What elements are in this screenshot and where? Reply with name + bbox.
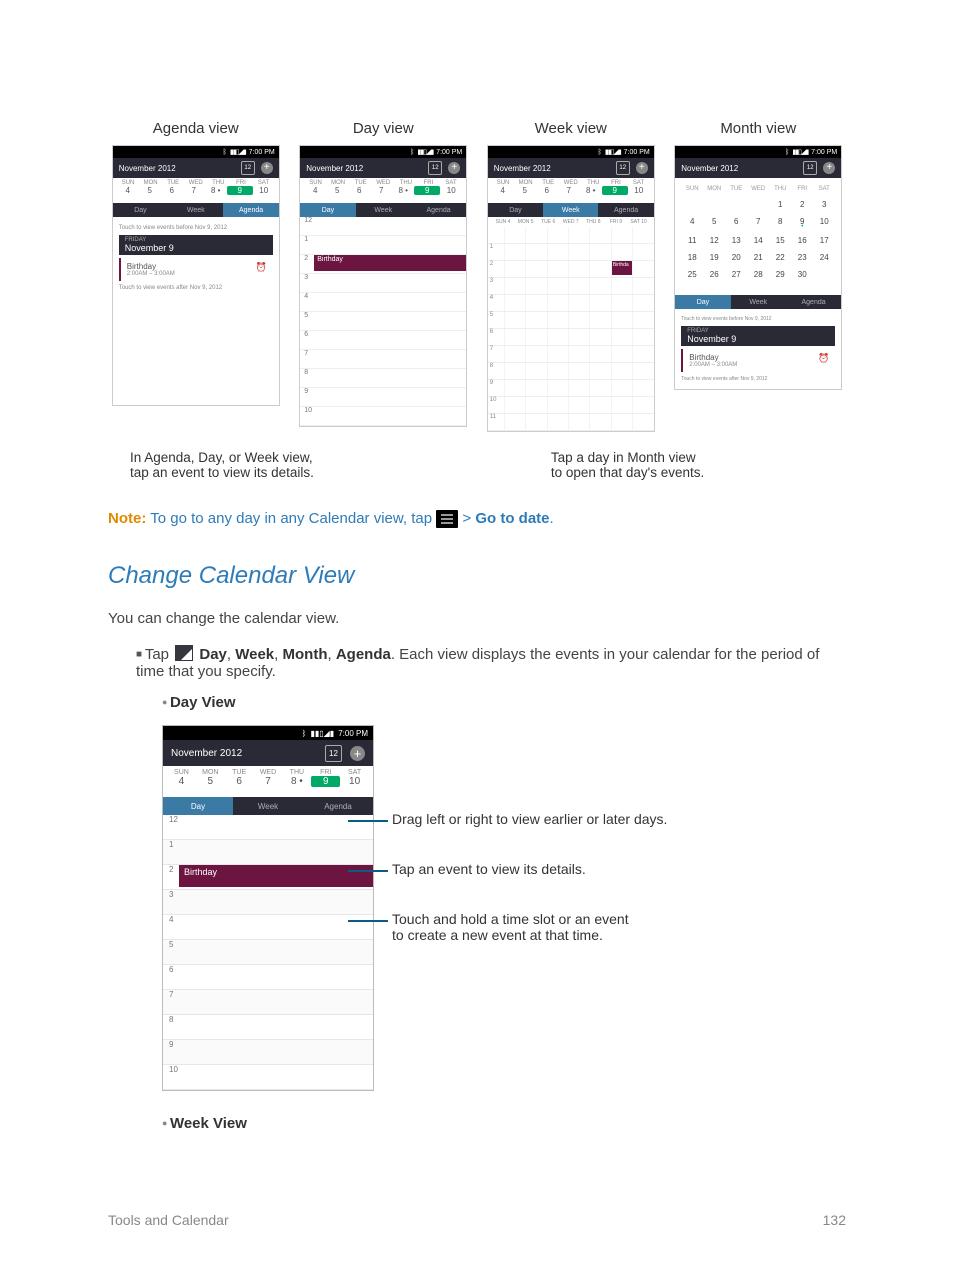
week-view-title: Week view <box>535 120 607 137</box>
note-go-to-date: Go to date <box>475 510 549 527</box>
caption-left-l2: tap an event to view its details. <box>130 465 314 480</box>
captions-row: In Agenda, Day, or Week view, tap an eve… <box>108 450 846 480</box>
bullet-tap-view: Tap Day, Week, Month, Agenda. Each view … <box>136 645 846 680</box>
tab-day: Day <box>675 295 730 309</box>
tab-agenda: Agenda <box>598 203 653 217</box>
footer-page-num: 132 <box>823 1212 846 1228</box>
tab-week: Week <box>168 203 223 217</box>
day-view-col: Day view ᛒ▮▮▯◢▮7:00 PM November 2012 12 … <box>296 120 472 432</box>
touch-before: Touch to view events before Nov 9, 2012 <box>119 225 273 231</box>
bt-icon: ᛒ <box>410 149 414 156</box>
agenda-view-title: Agenda view <box>153 120 239 137</box>
note-line: Note: To go to any day in any Calendar v… <box>108 510 846 528</box>
week-grid: SUN 4MON 5TUE 6WED 7THU 8FRI 9SAT 10 12B… <box>488 217 654 431</box>
week-phone-mock: ᛒ▮▮▯◢▮7:00 PM November 2012 12 + SUNMONT… <box>487 145 655 432</box>
note-gt: > <box>462 510 471 527</box>
signal-icon: ▮▮▯◢▮ <box>310 729 334 738</box>
today-icon: 12 <box>325 745 342 762</box>
callout-drag: Drag left or right to view earlier or la… <box>392 811 667 827</box>
tab-week: Week <box>543 203 598 217</box>
note-label: Note: <box>108 510 146 527</box>
status-time: 7:00 PM <box>249 149 275 156</box>
add-event-icon: + <box>350 746 365 761</box>
agenda-view-col: Agenda view ᛒ▮▮▯◢▮7:00 PM November 2012 … <box>108 120 284 432</box>
section-heading: Change Calendar View <box>108 562 846 590</box>
dates-row: 45678 •910 <box>113 186 279 199</box>
week-view-col: Week view ᛒ▮▮▯◢▮7:00 PM November 2012 12… <box>483 120 659 432</box>
touch-after: Touch to view events after Nov 9, 2012 <box>119 285 273 291</box>
signal-icon: ▮▮▯◢▮ <box>230 148 246 156</box>
dropdown-icon <box>175 645 193 661</box>
day-labels-row: SUNMONTUEWEDTHUFRISAT <box>113 178 279 186</box>
signal-icon: ▮▮▯◢▮ <box>605 148 621 156</box>
note-text-a: To go to any day in any Calendar view, t… <box>150 510 432 527</box>
sub-week-view: Week View <box>162 1115 846 1132</box>
today-icon: 12 <box>428 161 442 175</box>
tab-week: Week <box>731 295 786 309</box>
callouts: Drag left or right to view earlier or la… <box>374 725 667 977</box>
tab-day: Day <box>113 203 168 217</box>
tab-day: Day <box>163 797 233 815</box>
tab-agenda: Agenda <box>223 203 278 217</box>
agenda-phone-mock: ᛒ▮▮▯◢▮7:00 PM November 2012 12 + SUNMONT… <box>112 145 280 406</box>
day-time-grid: 1212Birthday345678910 <box>300 217 466 426</box>
today-icon: 12 <box>616 161 630 175</box>
tab-agenda: Agenda <box>411 203 466 217</box>
day-view-large-mock: ᛒ▮▮▯◢▮7:00 PM November 2012 12 + SUNMONT… <box>162 725 374 1091</box>
month-phone-mock: ᛒ▮▮▯◢▮7:00 PM November 2012 12 + SUNMONT… <box>674 145 842 390</box>
today-icon: 12 <box>803 161 817 175</box>
day-view-detail: ᛒ▮▮▯◢▮7:00 PM November 2012 12 + SUNMONT… <box>162 725 846 1091</box>
caption-right-l1: Tap a day in Month view <box>551 450 696 465</box>
page-footer: Tools and Calendar 132 <box>108 1212 846 1228</box>
month-view-title: Month view <box>720 120 796 137</box>
add-event-icon: + <box>636 162 648 174</box>
add-event-icon: + <box>448 162 460 174</box>
intro-paragraph: You can change the calendar view. <box>108 610 846 627</box>
agenda-date-header: FRIDAY November 9 <box>119 235 273 255</box>
tab-agenda: Agenda <box>303 797 373 815</box>
callout-tap-event: Tap an event to view its details. <box>392 861 667 877</box>
menu-icon <box>436 510 458 528</box>
tab-day: Day <box>488 203 543 217</box>
add-event-icon: + <box>823 162 835 174</box>
view-tabs: Day Week Agenda <box>113 203 279 217</box>
caption-right-l2: to open that day's events. <box>551 465 704 480</box>
day-large-time-grid: 1212Birthday345678910 <box>163 815 373 1090</box>
add-event-icon: + <box>261 162 273 174</box>
today-icon: 12 <box>241 161 255 175</box>
day-view-title: Day view <box>353 120 414 137</box>
day-phone-mock: ᛒ▮▮▯◢▮7:00 PM November 2012 12 + SUNMONT… <box>299 145 467 427</box>
caption-left-l1: In Agenda, Day, or Week view, <box>130 450 313 465</box>
tab-agenda: Agenda <box>786 295 841 309</box>
tab-week: Week <box>356 203 411 217</box>
agenda-event-row: Birthday 2:00AM – 3:00AM ⏰ <box>119 258 273 281</box>
bt-icon: ᛒ <box>223 149 227 156</box>
tab-day: Day <box>300 203 355 217</box>
calendar-views-row: Agenda view ᛒ▮▮▯◢▮7:00 PM November 2012 … <box>108 120 846 432</box>
tab-week: Week <box>233 797 303 815</box>
appbar-title: November 2012 <box>119 164 176 173</box>
month-view-col: Month view ᛒ▮▮▯◢▮7:00 PM November 2012 1… <box>671 120 847 432</box>
month-agenda-date-header: FRIDAY November 9 <box>681 326 835 346</box>
sub-day-view: Day View <box>162 694 846 711</box>
footer-section: Tools and Calendar <box>108 1212 229 1228</box>
signal-icon: ▮▮▯◢▮ <box>417 148 433 156</box>
callout-touch-hold: Touch and hold a time slot or an event t… <box>392 911 667 943</box>
month-agenda-event: Birthday 2:00AM – 3:00AM ⏰ <box>681 349 835 372</box>
bt-icon: ᛒ <box>785 149 789 156</box>
alarm-icon: ⏰ <box>256 262 267 277</box>
signal-icon: ▮▮▯◢▮ <box>792 148 808 156</box>
bt-icon: ᛒ <box>302 729 307 738</box>
alarm-icon: ⏰ <box>818 353 829 368</box>
bt-icon: ᛒ <box>598 149 602 156</box>
